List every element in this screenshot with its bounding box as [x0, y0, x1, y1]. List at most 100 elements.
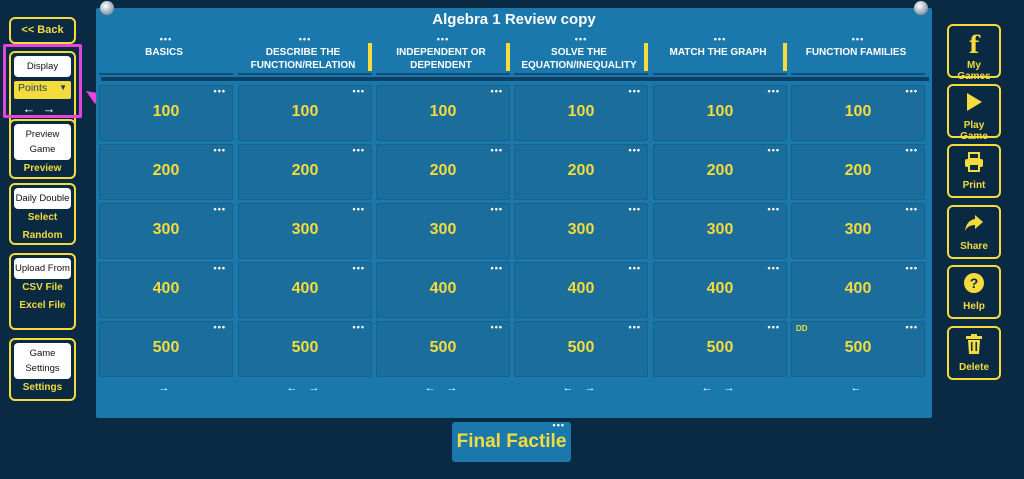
- more-dots-icon[interactable]: •••: [629, 85, 641, 97]
- column-move-arrows[interactable]: ← →: [514, 382, 648, 394]
- category-header[interactable]: ••• FUNCTION FAMILIES: [791, 34, 925, 75]
- preview-panel[interactable]: Preview Game Preview: [9, 119, 76, 179]
- question-tile[interactable]: ••• 100: [99, 85, 233, 141]
- question-tile[interactable]: ••• 200: [238, 144, 372, 200]
- help-label: Help: [963, 301, 985, 312]
- more-dots-icon[interactable]: •••: [906, 203, 918, 215]
- preview-link[interactable]: Preview: [11, 160, 74, 178]
- upload-excel-link[interactable]: Excel File: [11, 297, 74, 315]
- category-header[interactable]: ••• DESCRIBE THE FUNCTION/RELATION: [238, 34, 372, 75]
- share-button[interactable]: Share: [947, 205, 1001, 259]
- category-header[interactable]: ••• BASICS: [99, 34, 233, 75]
- back-button[interactable]: << Back: [9, 17, 76, 44]
- daily-double-random[interactable]: Random: [11, 227, 74, 245]
- column-move-arrows[interactable]: ← →: [238, 382, 372, 394]
- delete-button[interactable]: Delete: [947, 326, 1001, 380]
- play-game-button[interactable]: Play Game: [947, 84, 1001, 142]
- question-tile[interactable]: ••• 400: [238, 262, 372, 318]
- more-dots-icon[interactable]: •••: [491, 85, 503, 97]
- settings-panel[interactable]: Game Settings Settings: [9, 338, 76, 401]
- more-dots-icon[interactable]: •••: [353, 144, 365, 156]
- question-tile[interactable]: ••• 300: [653, 203, 787, 259]
- question-tile[interactable]: ••• 300: [791, 203, 925, 259]
- question-tile[interactable]: ••• 200: [376, 144, 510, 200]
- question-tile[interactable]: ••• 400: [653, 262, 787, 318]
- question-tile[interactable]: ••• 500: [238, 321, 372, 377]
- question-tile[interactable]: ••• DD 500: [791, 321, 925, 377]
- more-dots-icon[interactable]: •••: [214, 144, 226, 156]
- more-dots-icon[interactable]: •••: [353, 321, 365, 333]
- more-dots-icon[interactable]: •••: [238, 33, 372, 46]
- tile-value: 200: [706, 162, 734, 179]
- more-dots-icon[interactable]: •••: [553, 405, 565, 445]
- print-button[interactable]: Print: [947, 144, 1001, 198]
- category-header[interactable]: ••• INDEPENDENT OR DEPENDENT: [376, 34, 510, 75]
- more-dots-icon[interactable]: •••: [906, 85, 918, 97]
- question-tile[interactable]: ••• 200: [791, 144, 925, 200]
- question-tile[interactable]: ••• 300: [376, 203, 510, 259]
- more-dots-icon[interactable]: •••: [353, 85, 365, 97]
- upload-csv-link[interactable]: CSV File: [11, 279, 74, 297]
- more-dots-icon[interactable]: •••: [629, 321, 641, 333]
- more-dots-icon[interactable]: •••: [214, 262, 226, 274]
- more-dots-icon[interactable]: •••: [491, 144, 503, 156]
- question-tile[interactable]: ••• 100: [514, 85, 648, 141]
- more-dots-icon[interactable]: •••: [214, 321, 226, 333]
- settings-link[interactable]: Settings: [11, 379, 74, 397]
- column-move-arrows[interactable]: ←: [791, 382, 925, 394]
- question-tile[interactable]: ••• 300: [99, 203, 233, 259]
- question-tile[interactable]: ••• 300: [238, 203, 372, 259]
- more-dots-icon[interactable]: •••: [214, 203, 226, 215]
- column-move-arrows[interactable]: →: [99, 382, 233, 394]
- more-dots-icon[interactable]: •••: [906, 321, 918, 333]
- column-move-arrows[interactable]: ← →: [653, 382, 787, 394]
- more-dots-icon[interactable]: •••: [629, 144, 641, 156]
- more-dots-icon[interactable]: •••: [353, 203, 365, 215]
- help-button[interactable]: ? Help: [947, 265, 1001, 319]
- more-dots-icon[interactable]: •••: [768, 203, 780, 215]
- more-dots-icon[interactable]: •••: [768, 85, 780, 97]
- category-header[interactable]: ••• MATCH THE GRAPH: [653, 34, 787, 75]
- question-tile[interactable]: ••• 400: [376, 262, 510, 318]
- column-move-arrows[interactable]: ← →: [376, 382, 510, 394]
- more-dots-icon[interactable]: •••: [214, 85, 226, 97]
- tile-value: 100: [706, 103, 734, 120]
- my-games-button[interactable]: f My Games: [947, 24, 1001, 82]
- question-tile[interactable]: ••• 200: [514, 144, 648, 200]
- question-tile[interactable]: ••• 400: [791, 262, 925, 318]
- question-tile[interactable]: ••• 100: [653, 85, 787, 141]
- question-tile[interactable]: ••• 500: [376, 321, 510, 377]
- more-dots-icon[interactable]: •••: [491, 203, 503, 215]
- final-factile-button[interactable]: ••• Final Factile: [452, 420, 571, 462]
- more-dots-icon[interactable]: •••: [491, 321, 503, 333]
- more-dots-icon[interactable]: •••: [768, 262, 780, 274]
- question-tile[interactable]: ••• 400: [99, 262, 233, 318]
- question-tile[interactable]: ••• 500: [653, 321, 787, 377]
- question-tile[interactable]: ••• 100: [791, 85, 925, 141]
- more-dots-icon[interactable]: •••: [376, 33, 510, 46]
- more-dots-icon[interactable]: •••: [906, 144, 918, 156]
- more-dots-icon[interactable]: •••: [491, 262, 503, 274]
- daily-double-select[interactable]: Select: [11, 209, 74, 227]
- question-tile[interactable]: ••• 500: [99, 321, 233, 377]
- question-tile[interactable]: ••• 300: [514, 203, 648, 259]
- display-select[interactable]: Points ▼: [14, 81, 71, 99]
- display-arrows[interactable]: ←→: [11, 101, 74, 116]
- question-tile[interactable]: ••• 500: [514, 321, 648, 377]
- more-dots-icon[interactable]: •••: [768, 144, 780, 156]
- more-dots-icon[interactable]: •••: [99, 33, 233, 46]
- category-header[interactable]: ••• SOLVE THE EQUATION/INEQUALITY: [514, 34, 648, 75]
- more-dots-icon[interactable]: •••: [353, 262, 365, 274]
- question-tile[interactable]: ••• 200: [653, 144, 787, 200]
- more-dots-icon[interactable]: •••: [906, 262, 918, 274]
- question-tile[interactable]: ••• 200: [99, 144, 233, 200]
- more-dots-icon[interactable]: •••: [629, 262, 641, 274]
- question-tile[interactable]: ••• 100: [238, 85, 372, 141]
- more-dots-icon[interactable]: •••: [768, 321, 780, 333]
- more-dots-icon[interactable]: •••: [653, 33, 787, 46]
- question-tile[interactable]: ••• 100: [376, 85, 510, 141]
- more-dots-icon[interactable]: •••: [514, 33, 648, 46]
- more-dots-icon[interactable]: •••: [629, 203, 641, 215]
- question-tile[interactable]: ••• 400: [514, 262, 648, 318]
- more-dots-icon[interactable]: •••: [791, 33, 925, 46]
